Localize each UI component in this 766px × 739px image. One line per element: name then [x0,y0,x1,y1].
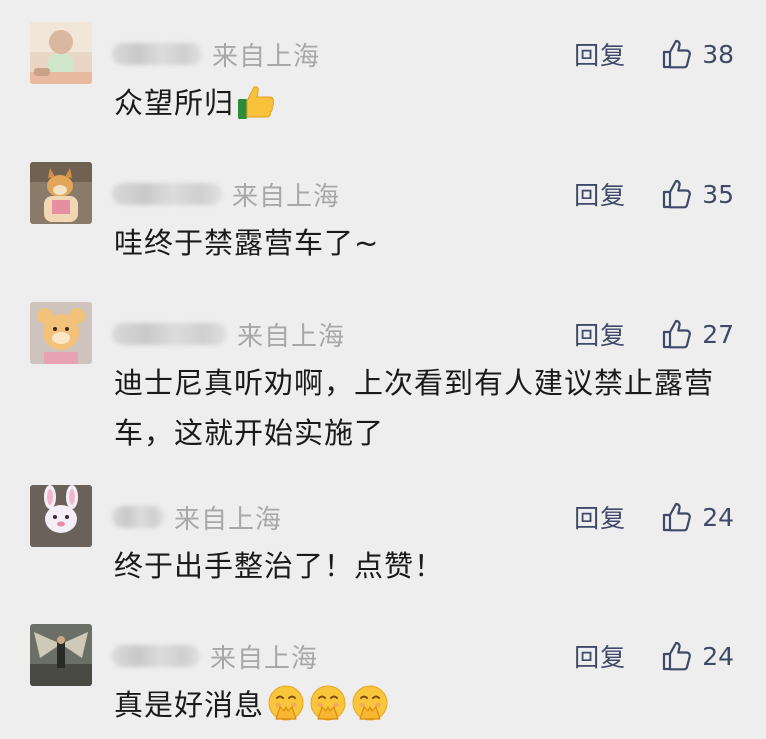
reply-button[interactable]: 回复 [574,176,626,212]
avatar[interactable] [30,302,92,364]
comment-body: 众望所归 [114,86,235,120]
comment-item: 来自上海 回复 27 迪士尼真听劝啊，上次看到有人建议禁止露营车，这就开始实施了 [0,302,766,462]
comment-text: 众望所归 [114,78,734,136]
reply-button[interactable]: 回复 [574,36,626,72]
comment-actions: 回复 24 [574,636,734,676]
like-count: 38 [702,39,734,69]
comment-text: 终于出手整治了！点赞！ [114,541,734,591]
avatar[interactable] [30,162,92,224]
hand-over-mouth-emoji-icon [350,683,390,738]
like-count: 24 [702,641,734,671]
location-label: 来自上海 [174,504,283,535]
thumbs-up-icon[interactable] [660,317,694,351]
comment-actions: 回复 27 [574,314,734,354]
avatar[interactable] [30,485,92,547]
comment-actions: 回复 38 [574,34,734,74]
thumbs-up-icon[interactable] [660,177,694,211]
comment-meta: 来自上海 [112,497,282,537]
location-label: 来自上海 [232,181,341,212]
location-label: 来自上海 [237,321,346,352]
location-label: 来自上海 [212,41,321,72]
blurred-username[interactable] [112,323,227,345]
blurred-username[interactable] [112,183,222,205]
comment-meta: 来自上海 [112,34,320,74]
thumbs-up-icon[interactable] [660,639,694,673]
comment-item: 来自上海 回复 24 真是好消息 [0,624,766,739]
comment-body: 迪士尼真听劝啊，上次看到有人建议禁止露营车，这就开始实施了 [114,366,715,450]
comment-actions: 回复 35 [574,174,734,214]
thumbs-up-icon[interactable] [660,37,694,71]
avatar[interactable] [30,624,92,686]
reply-button[interactable]: 回复 [574,316,626,352]
comment-body: 哇终于禁露营车了~ [114,226,380,260]
comment-list: 来自上海 回复 38 众望所归 来自上海 回复 35 哇终于禁露营车了~ 来自上… [0,0,766,739]
reply-button[interactable]: 回复 [574,499,626,535]
reply-button[interactable]: 回复 [574,638,626,674]
thumbs-up-icon[interactable] [660,500,694,534]
blurred-username[interactable] [112,43,202,65]
comment-text: 哇终于禁露营车了~ [114,218,734,268]
comment-text: 迪士尼真听劝啊，上次看到有人建议禁止露营车，这就开始实施了 [114,358,719,458]
blurred-username[interactable] [112,645,200,667]
blurred-username[interactable] [112,506,164,528]
like-count: 27 [702,319,734,349]
location-label: 来自上海 [210,643,319,674]
thumbs-up-emoji-icon [236,83,276,136]
hand-over-mouth-emoji-icon [266,683,306,738]
hand-over-mouth-emoji-icon [308,683,348,738]
comment-meta: 来自上海 [112,174,340,214]
comment-body: 真是好消息 [114,688,265,722]
comment-item: 来自上海 回复 38 众望所归 [0,22,766,142]
comment-meta: 来自上海 [112,314,345,354]
comment-body: 终于出手整治了！点赞！ [114,549,445,583]
like-count: 24 [702,502,734,532]
comment-text: 真是好消息 [114,680,734,738]
comment-actions: 回复 24 [574,497,734,537]
comment-item: 来自上海 回复 24 终于出手整治了！点赞！ [0,485,766,605]
avatar[interactable] [30,22,92,84]
like-count: 35 [702,179,734,209]
comment-item: 来自上海 回复 35 哇终于禁露营车了~ [0,162,766,282]
comment-meta: 来自上海 [112,636,318,676]
